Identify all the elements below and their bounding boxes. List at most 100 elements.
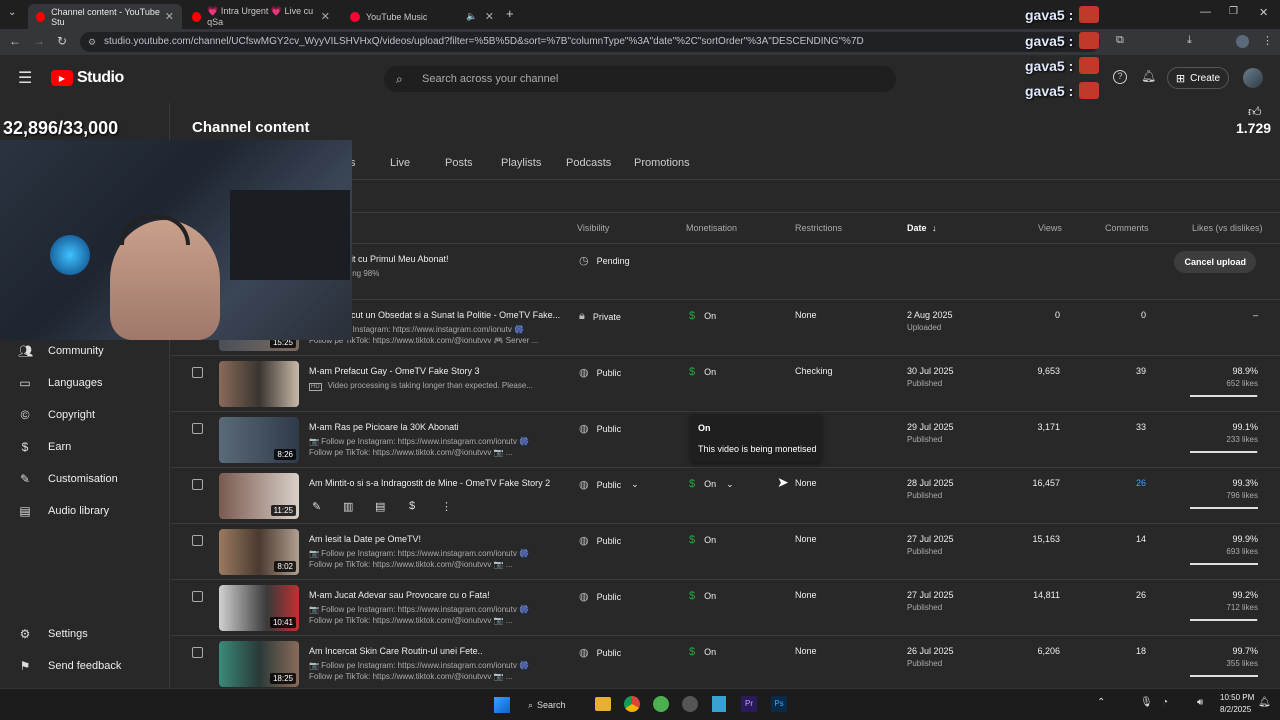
app-icon[interactable] xyxy=(682,696,698,712)
monetisation-dropdown[interactable]: $ On ⌄ xyxy=(689,478,734,490)
monetisation-cell[interactable]: $ On xyxy=(689,534,716,546)
monetisation-cell[interactable]: $ On xyxy=(689,310,716,322)
monetisation-cell[interactable]: $ On xyxy=(689,590,716,602)
channel-search-input[interactable]: ⌕ Search across your channel xyxy=(384,66,896,92)
windows-start-icon[interactable] xyxy=(494,697,510,713)
minimize-icon[interactable]: — xyxy=(1200,6,1211,18)
tab-youtube-music[interactable]: YouTube Music 🔈 ✕ xyxy=(342,4,502,29)
hamburger-menu-icon[interactable]: ☰ xyxy=(18,68,32,88)
col-comments[interactable]: Comments xyxy=(1105,223,1149,233)
video-thumbnail[interactable] xyxy=(219,361,299,407)
row-checkbox[interactable] xyxy=(192,535,203,546)
table-row[interactable]: 11:25 Am Mintit-o si s-a Indragostit de … xyxy=(171,467,1280,523)
visibility-cell[interactable]: ◍ Public xyxy=(579,422,621,435)
visibility-cell[interactable]: ◍ Public xyxy=(579,534,621,547)
video-title[interactable]: M-am Prefacut Gay - OmeTV Fake Story 3 xyxy=(309,366,480,376)
tab-live[interactable]: Live xyxy=(390,157,410,169)
channel-avatar[interactable] xyxy=(1243,68,1263,88)
tab-posts[interactable]: Posts xyxy=(445,157,473,169)
mute-icon[interactable]: 🔈 xyxy=(466,11,477,22)
video-title[interactable]: Am Mintit-o si s-a Indragostit de Mine -… xyxy=(309,478,550,488)
profile-avatar[interactable] xyxy=(1236,35,1249,48)
studio-logo[interactable]: ▶ Studio xyxy=(51,69,124,87)
col-date[interactable]: Date ↓ xyxy=(907,223,937,233)
close-tab-icon[interactable]: ✕ xyxy=(165,10,174,23)
col-visibility[interactable]: Visibility xyxy=(577,223,609,233)
sidebar-item-settings[interactable]: ⚙ Settings xyxy=(18,624,88,644)
close-window-icon[interactable]: ✕ xyxy=(1259,6,1268,19)
table-row[interactable]: 8:02 Am Iesit la Date pe OmeTV! 📷 Follow… xyxy=(171,523,1280,579)
visibility-cell[interactable]: ◍ Public xyxy=(579,590,621,603)
maximize-icon[interactable]: ❐ xyxy=(1229,6,1238,17)
premiere-pro-icon[interactable]: Pr xyxy=(741,696,757,712)
col-likes[interactable]: Likes (vs dislikes) xyxy=(1192,223,1263,233)
download-icon[interactable]: ⤓ xyxy=(1187,34,1192,47)
col-restrictions[interactable]: Restrictions xyxy=(795,223,842,233)
sidebar-item-languages[interactable]: ▭ Languages xyxy=(18,373,102,393)
row-checkbox[interactable] xyxy=(192,423,203,434)
tray-chevron-icon[interactable]: ⌃ xyxy=(1097,697,1105,708)
notification-bell-icon[interactable]: 🔔︎ xyxy=(1258,697,1271,708)
notifications-bell-icon[interactable]: 🔔︎ xyxy=(1141,69,1156,83)
app-icon[interactable] xyxy=(653,696,669,712)
taskbar-search-button[interactable]: ⌕ Search xyxy=(528,696,566,714)
video-title[interactable]: Am Incercat Skin Care Routin-ul unei Fet… xyxy=(309,646,483,656)
sidebar-item-copyright[interactable]: © Copyright xyxy=(18,405,96,425)
photoshop-icon[interactable]: Ps xyxy=(771,696,787,712)
comments-cell[interactable]: 26 xyxy=(1136,478,1146,488)
tab-search-icon[interactable]: ⌄ xyxy=(8,7,16,18)
taskbar-time[interactable]: 10:50 PM xyxy=(1220,693,1254,702)
file-explorer-icon[interactable] xyxy=(595,697,611,711)
forward-icon[interactable]: → xyxy=(33,34,45,48)
sidebar-item-audio-library[interactable]: ▤ Audio library xyxy=(18,501,109,521)
menu-icon[interactable]: ⋮ xyxy=(1262,34,1273,47)
monetisation-icon[interactable]: $ xyxy=(409,500,415,512)
video-title[interactable]: nit cu Primul Meu Abonat! xyxy=(346,254,449,264)
video-thumbnail[interactable]: 8:02 xyxy=(219,529,299,575)
tab-live[interactable]: 💗 Intra Urgent 💗 Live cu qSa ✕ xyxy=(184,4,338,29)
help-icon[interactable]: ? xyxy=(1113,70,1127,84)
comments-icon[interactable]: ▤ xyxy=(375,500,385,513)
table-row[interactable]: 18:25 Am Incercat Skin Care Routin-ul un… xyxy=(171,635,1280,688)
col-views[interactable]: Views xyxy=(1038,223,1062,233)
table-row[interactable]: 10:41 M-am Jucat Adevar sau Provocare cu… xyxy=(171,579,1280,635)
video-thumbnail[interactable]: 18:25 xyxy=(219,641,299,687)
video-title[interactable]: M-am Ras pe Picioare la 30K Abonati xyxy=(309,422,459,432)
row-checkbox[interactable] xyxy=(192,367,203,378)
taskbar-date[interactable]: 8/2/2025 xyxy=(1220,705,1251,714)
visibility-cell[interactable]: 🔒︎ Private xyxy=(579,310,621,323)
back-icon[interactable]: ← xyxy=(9,34,21,48)
row-checkbox[interactable] xyxy=(192,591,203,602)
monetisation-cell[interactable]: $ On xyxy=(689,366,716,378)
address-bar[interactable]: ⚙ studio.youtube.com/channel/UCfswMGY2cv… xyxy=(80,32,1100,52)
extensions-icon[interactable]: ⧉ xyxy=(1116,34,1124,47)
monetisation-cell[interactable]: $ On xyxy=(689,646,716,658)
notepad-icon[interactable] xyxy=(712,696,726,712)
visibility-cell[interactable]: ◍ Public xyxy=(579,366,621,379)
site-info-icon[interactable]: ⚙ xyxy=(88,32,96,52)
close-tab-icon[interactable]: ✕ xyxy=(485,10,494,23)
sidebar-item-community[interactable]: 👥︎ Community xyxy=(18,341,104,361)
create-button[interactable]: ⊞ Create xyxy=(1167,67,1229,89)
new-tab-icon[interactable]: + xyxy=(506,6,514,21)
video-title[interactable]: ocut un Obsedat si a Sunat la Politie - … xyxy=(346,310,560,320)
table-row[interactable]: M-am Prefacut Gay - OmeTV Fake Story 3 H… xyxy=(171,355,1280,411)
row-checkbox[interactable] xyxy=(192,479,203,490)
wifi-icon[interactable]: ◔ xyxy=(1162,697,1168,708)
volume-icon[interactable]: 🔊︎ xyxy=(1197,697,1203,708)
col-monetisation[interactable]: Monetisation xyxy=(686,223,737,233)
chrome-icon[interactable] xyxy=(624,696,640,712)
sidebar-item-send-feedback[interactable]: ⚑ Send feedback xyxy=(18,656,122,676)
video-thumbnail[interactable]: 11:25 xyxy=(219,473,299,519)
tab-channel-content[interactable]: Channel content - YouTube Stu ✕ xyxy=(28,4,182,29)
analytics-icon[interactable]: ▥ xyxy=(343,500,353,513)
close-tab-icon[interactable]: ✕ xyxy=(321,10,330,23)
video-thumbnail[interactable]: 10:41 xyxy=(219,585,299,631)
visibility-dropdown[interactable]: ◍ Public ⌄ xyxy=(579,478,639,491)
edit-icon[interactable]: ✎ xyxy=(312,500,321,513)
video-title[interactable]: Am Iesit la Date pe OmeTV! xyxy=(309,534,421,544)
tab-playlists[interactable]: Playlists xyxy=(501,157,541,169)
sidebar-item-customisation[interactable]: ✎ Customisation xyxy=(18,469,118,489)
video-title[interactable]: M-am Jucat Adevar sau Provocare cu o Fat… xyxy=(309,590,490,600)
cancel-upload-button[interactable]: Cancel upload xyxy=(1174,251,1256,273)
